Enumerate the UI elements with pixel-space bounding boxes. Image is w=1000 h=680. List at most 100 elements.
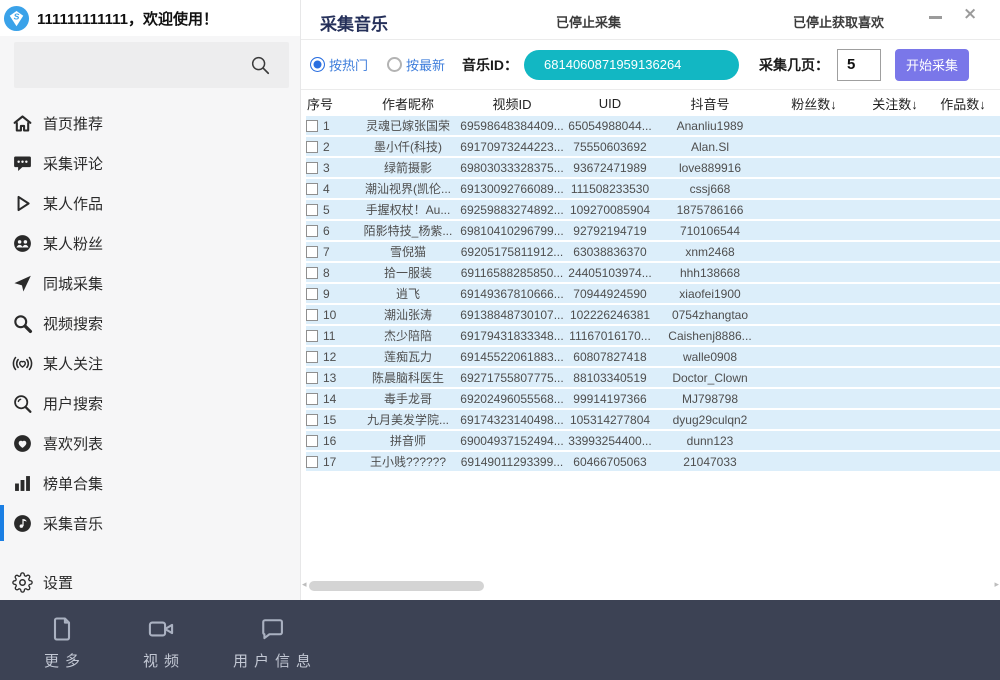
sidebar-search-input[interactable] xyxy=(14,42,289,88)
col-follows-sort[interactable]: 关注数↓ xyxy=(864,94,926,113)
follow-icon xyxy=(12,353,33,374)
sidebar-item-label: 某人关注 xyxy=(43,353,103,374)
table-row[interactable]: 8 拾一服装 69116588285850... 24405103974... … xyxy=(301,263,1000,284)
sidebar-item-label: 榜单合集 xyxy=(43,473,103,494)
gear-icon xyxy=(12,572,33,593)
row-checkbox[interactable] xyxy=(306,351,318,363)
row-checkbox[interactable] xyxy=(306,309,318,321)
cell-douyin-id: xiaofei1900 xyxy=(656,287,764,301)
cell-uid: 93672471989 xyxy=(564,161,656,175)
sidebar-item-play[interactable]: 某人作品 xyxy=(0,183,300,223)
row-checkbox[interactable] xyxy=(306,267,318,279)
table-row[interactable]: 9 逍飞 69149367810666... 70944924590 xiaof… xyxy=(301,284,1000,305)
sidebar-item-rank[interactable]: 榜单合集 xyxy=(0,463,300,503)
sidebar-item-home[interactable]: 首页推荐 xyxy=(0,103,300,143)
radio-by-hot-label[interactable]: 按热门 xyxy=(329,55,368,74)
cell-douyin-id: Caishenj8886... xyxy=(656,329,764,343)
cell-video-id: 69170973244223... xyxy=(460,140,564,154)
row-checkbox[interactable] xyxy=(306,456,318,468)
cell-author-name: 杰少陪陪 xyxy=(356,327,460,344)
table-row[interactable]: 14 毒手龙哥 69202496055568... 99914197366 MJ… xyxy=(301,389,1000,410)
sidebar-item-video-search[interactable]: 视频搜索 xyxy=(0,303,300,343)
cell-author-name: 陌影特技_杨紫... xyxy=(356,222,460,239)
cell-uid: 33993254400... xyxy=(564,434,656,448)
table-row[interactable]: 6 陌影特技_杨紫... 69810410296799... 927921947… xyxy=(301,221,1000,242)
row-checkbox[interactable] xyxy=(306,162,318,174)
sidebar-item-music[interactable]: 采集音乐 xyxy=(0,503,300,543)
row-checkbox[interactable] xyxy=(306,330,318,342)
bottombar-item-user-info[interactable]: 用户信息 xyxy=(216,615,328,680)
cell-author-name: 毒手龙哥 xyxy=(356,390,460,407)
table-row[interactable]: 4 潮汕视界(凯伦... 69130092766089... 111508233… xyxy=(301,179,1000,200)
col-works-sort[interactable]: 作品数↓ xyxy=(926,94,1000,113)
cell-author-name: 手握权杖！Au... xyxy=(356,201,460,218)
row-checkbox[interactable] xyxy=(306,204,318,216)
row-checkbox[interactable] xyxy=(306,393,318,405)
row-checkbox[interactable] xyxy=(306,225,318,237)
sidebar: S 111111111111，欢迎使用！ 首页推荐 采集评论 某人作品 某人粉丝… xyxy=(0,0,301,600)
table-row[interactable]: 17 王小贱?????? 69149011293399... 604667050… xyxy=(301,452,1000,473)
sidebar-item-follow[interactable]: 某人关注 xyxy=(0,343,300,383)
table-row[interactable]: 5 手握权杖！Au... 69259883274892... 109270085… xyxy=(301,200,1000,221)
cell-index: 7 xyxy=(323,245,330,259)
cell-video-id: 69179431833348... xyxy=(460,329,564,343)
bottombar-item-more[interactable]: 更多 xyxy=(33,615,91,680)
radio-by-new[interactable] xyxy=(387,57,402,72)
bottombar-label: 更多 xyxy=(38,650,86,671)
scroll-left-icon[interactable]: ◂ xyxy=(302,579,307,590)
sidebar-item-settings[interactable]: 设置 xyxy=(0,562,300,602)
sidebar-item-likes[interactable]: 喜欢列表 xyxy=(0,423,300,463)
music-id-input[interactable]: 6814060871959136264 xyxy=(524,50,739,80)
row-checkbox[interactable] xyxy=(306,246,318,258)
table-row[interactable]: 2 墨小仟(科技) 69170973244223... 75550603692 … xyxy=(301,137,1000,158)
sidebar-item-comment[interactable]: 采集评论 xyxy=(0,143,300,183)
table-row[interactable]: 12 莲痴瓦力 69145522061883... 60807827418 wa… xyxy=(301,347,1000,368)
horizontal-scrollbar[interactable]: ◂ ▸ xyxy=(301,580,1000,593)
scrollbar-thumb[interactable] xyxy=(309,581,484,591)
table-row[interactable]: 15 九月美发学院... 69174323140498... 105314277… xyxy=(301,410,1000,431)
row-checkbox[interactable] xyxy=(306,120,318,132)
sidebar-menu: 首页推荐 采集评论 某人作品 某人粉丝 同城采集 视频搜索 某人关注 用户搜索 … xyxy=(0,88,300,543)
sidebar-item-fans[interactable]: 某人粉丝 xyxy=(0,223,300,263)
cell-douyin-id: dyug29culqn2 xyxy=(656,413,764,427)
table-row[interactable]: 16 拼音师 69004937152494... 33993254400... … xyxy=(301,431,1000,452)
row-checkbox[interactable] xyxy=(306,435,318,447)
start-collect-button[interactable]: 开始采集 xyxy=(895,49,969,81)
col-douyin-id: 抖音号 xyxy=(656,94,764,113)
page-title: 采集音乐 xyxy=(320,10,388,35)
radio-by-hot[interactable] xyxy=(310,57,325,72)
likes-icon xyxy=(12,433,33,454)
cell-video-id: 69149011293399... xyxy=(460,455,564,469)
sidebar-item-user-search[interactable]: 用户搜索 xyxy=(0,383,300,423)
file-icon xyxy=(48,615,76,643)
minimize-button[interactable] xyxy=(929,16,942,19)
cell-video-id: 69149367810666... xyxy=(460,287,564,301)
cell-uid: 102226246381 xyxy=(564,308,656,322)
cell-uid: 24405103974... xyxy=(564,266,656,280)
row-checkbox[interactable] xyxy=(306,288,318,300)
cell-video-id: 69174323140498... xyxy=(460,413,564,427)
pages-input[interactable]: 5 xyxy=(837,49,881,81)
table-row[interactable]: 1 灵魂已嫁张国荣 69598648384409... 65054988044.… xyxy=(301,116,1000,137)
chat-bubble-icon xyxy=(258,615,286,643)
bottombar-item-video[interactable]: 视频 xyxy=(131,615,191,680)
cell-uid: 88103340519 xyxy=(564,371,656,385)
table-row[interactable]: 11 杰少陪陪 69179431833348... 11167016170...… xyxy=(301,326,1000,347)
row-checkbox[interactable] xyxy=(306,372,318,384)
cell-index: 9 xyxy=(323,287,330,301)
table-row[interactable]: 7 雪倪猫 69205175811912... 63038836370 xnm2… xyxy=(301,242,1000,263)
radio-by-new-label[interactable]: 按最新 xyxy=(406,55,445,74)
main-header: 采集音乐 已停止采集 已停止获取喜欢 × xyxy=(301,0,1000,40)
table-row[interactable]: 10 潮汕张涛 69138848730107... 102226246381 0… xyxy=(301,305,1000,326)
table-row[interactable]: 3 绿箭摄影 69803033328375... 93672471989 lov… xyxy=(301,158,1000,179)
col-fans-sort[interactable]: 粉丝数↓ xyxy=(764,94,864,113)
search-icon xyxy=(249,54,271,76)
cell-author-name: 逍飞 xyxy=(356,285,460,302)
close-button[interactable]: × xyxy=(963,4,977,24)
table-row[interactable]: 13 陈晨脑科医生 69271755807775... 88103340519 … xyxy=(301,368,1000,389)
row-checkbox[interactable] xyxy=(306,183,318,195)
sidebar-item-city[interactable]: 同城采集 xyxy=(0,263,300,303)
row-checkbox[interactable] xyxy=(306,414,318,426)
row-checkbox[interactable] xyxy=(306,141,318,153)
scroll-right-icon[interactable]: ▸ xyxy=(994,579,999,590)
